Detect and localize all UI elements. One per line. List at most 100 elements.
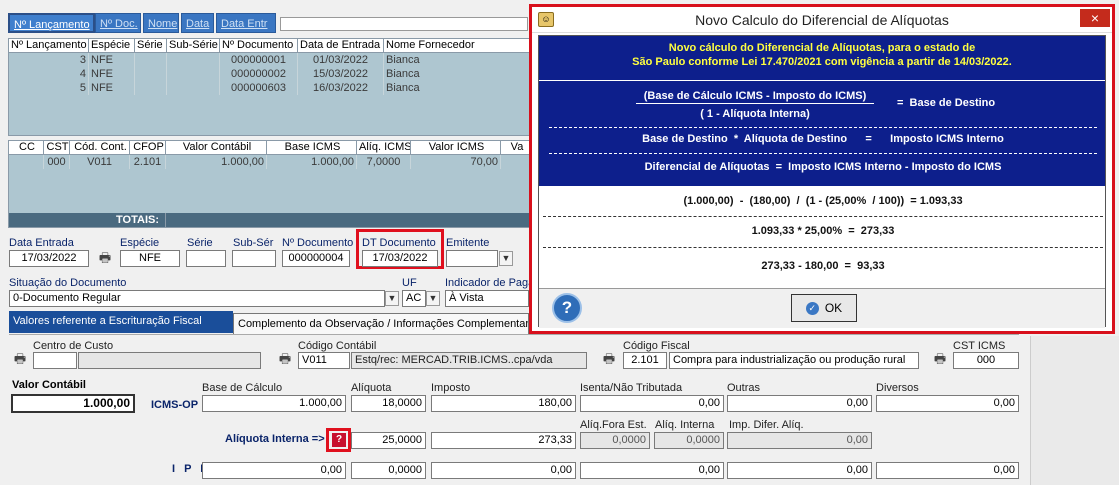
diversos-field[interactable]: 0,00 xyxy=(876,395,1019,412)
table-cell: 000000603 xyxy=(220,81,298,95)
outras-field[interactable]: 0,00 xyxy=(727,395,872,412)
base-field[interactable]: 1.000,00 xyxy=(202,395,346,412)
valor-contabil-label: Valor Contábil xyxy=(12,379,86,391)
data-entrada-field[interactable]: 17/03/2022 xyxy=(9,250,89,267)
col-header[interactable]: Data de Entrada xyxy=(298,39,384,52)
especie-field[interactable]: NFE xyxy=(120,250,180,267)
ndoc-field[interactable]: 000000004 xyxy=(282,250,350,267)
col-header[interactable]: Alíq. ICMS xyxy=(357,141,411,154)
table-cell: 15/03/2022 xyxy=(298,67,384,81)
table-row[interactable]: 000 V011 2.101 1.000,00 1.000,00 7,0000 … xyxy=(9,155,529,169)
cst-label: CST ICMS xyxy=(953,340,1006,352)
printer-icon[interactable]: 🖶 xyxy=(931,352,949,366)
col-header[interactable]: Sub-Série xyxy=(167,39,220,52)
help-icon[interactable]: ? xyxy=(552,293,582,323)
tab-data-entrada[interactable]: Data Entr xyxy=(216,13,276,33)
col-header[interactable]: CFOP xyxy=(130,141,166,154)
table-cell xyxy=(135,67,167,81)
table-cell xyxy=(167,81,220,95)
col-header[interactable]: Série xyxy=(135,39,167,52)
ipi-diversos-field[interactable]: 0,00 xyxy=(876,462,1019,479)
table-cell: 70,00 xyxy=(411,155,501,169)
calc-line-1: (1.000,00) - (180,00) / (1 - (25,00% / 1… xyxy=(683,195,963,207)
tab-data[interactable]: Data xyxy=(181,13,214,33)
table-cell: 01/03/2022 xyxy=(298,53,384,67)
uf-dropdown-icon[interactable]: ▼ xyxy=(426,291,440,306)
situacao-field[interactable]: 0-Documento Regular xyxy=(9,290,385,307)
separator xyxy=(549,153,1097,154)
search-input[interactable] xyxy=(280,17,528,31)
printer-icon[interactable]: 🖶 xyxy=(276,352,294,366)
cod-cont-description: Estq/rec: MERCAD.TRIB.ICMS..cpa/vda xyxy=(351,352,587,369)
printer-icon[interactable]: 🖶 xyxy=(96,251,114,265)
help-icon[interactable]: ? xyxy=(332,433,346,447)
emitente-dropdown-icon[interactable]: ▼ xyxy=(499,251,513,266)
cst-field[interactable]: 000 xyxy=(953,352,1019,369)
emitente-field[interactable] xyxy=(446,250,498,267)
valor-contabil-field[interactable]: 1.000,00 xyxy=(11,394,135,413)
table-cell: 000000001 xyxy=(220,53,298,67)
col-header[interactable]: Nome Fornecedor xyxy=(384,39,529,52)
col-header[interactable]: Base ICMS xyxy=(267,141,357,154)
imp-difer-field: 0,00 xyxy=(727,432,872,449)
ipi-outras-field[interactable]: 0,00 xyxy=(727,462,872,479)
cfop-field[interactable]: 2.101 xyxy=(623,352,667,369)
imposto-interno-field[interactable]: 273,33 xyxy=(431,432,576,449)
col-header[interactable]: CST xyxy=(44,141,70,154)
dtdoc-field[interactable]: 17/03/2022 xyxy=(362,250,438,267)
ipi-base-field[interactable]: 0,00 xyxy=(202,462,346,479)
tab-complemento[interactable]: Complemento da Observação / Informações … xyxy=(233,313,529,335)
indicador-field[interactable]: À Vista xyxy=(445,290,529,307)
cod-cont-field[interactable]: V011 xyxy=(298,352,350,369)
ok-button[interactable]: ✓ OK xyxy=(791,294,857,322)
table-row[interactable]: 5 NFE 000000603 16/03/2022 Bianca xyxy=(9,81,529,95)
col-header[interactable]: Espécie xyxy=(89,39,135,52)
separator xyxy=(549,127,1097,128)
formula-1-numerator: (Base de Cálculo ICMS - Imposto do ICMS) xyxy=(636,90,874,104)
ipi-imposto-field[interactable]: 0,00 xyxy=(431,462,576,479)
col-header[interactable]: CC xyxy=(9,141,44,154)
table-row[interactable]: 4 NFE 000000002 15/03/2022 Bianca xyxy=(9,67,529,81)
table-cell: 1.000,00 xyxy=(267,155,357,169)
tab-escrituracao[interactable]: Valores referente a Escrituração Fiscal xyxy=(9,311,233,333)
aliq-field[interactable]: 18,0000 xyxy=(351,395,426,412)
tab-nome[interactable]: Nome xyxy=(143,13,179,33)
launch-grid-header: Nº Lançamento Espécie Série Sub-Série Nº… xyxy=(9,39,529,53)
uf-field[interactable]: AC xyxy=(402,290,426,307)
tab-lancamento[interactable]: Nº Lançamento xyxy=(8,13,95,33)
imposto-label: Imposto xyxy=(431,382,471,394)
cc-field[interactable] xyxy=(33,352,77,369)
subser-field[interactable] xyxy=(232,250,276,267)
tab-ndoc[interactable]: Nº Doc. xyxy=(95,13,141,33)
separator xyxy=(543,247,1103,248)
launch-grid: Nº Lançamento Espécie Série Sub-Série Nº… xyxy=(8,38,530,136)
indicador-label: Indicador de Paga xyxy=(445,277,535,289)
table-cell: 7,0000 xyxy=(357,155,411,169)
imp-difer-label: Imp. Difer. Alíq. xyxy=(729,419,804,431)
col-header[interactable]: Cód. Cont. xyxy=(70,141,130,154)
items-grid: CC CST Cód. Cont. CFOP Valor Contábil Ba… xyxy=(8,140,530,228)
col-header[interactable]: Nº Documento xyxy=(220,39,298,52)
table-row[interactable]: 3 NFE 000000001 01/03/2022 Bianca xyxy=(9,53,529,67)
tab-divider xyxy=(9,334,1019,335)
col-header[interactable]: Nº Lançamento xyxy=(9,39,89,52)
ipi-aliq-field[interactable]: 0,0000 xyxy=(351,462,426,479)
printer-icon[interactable]: 🖶 xyxy=(600,352,618,366)
printer-icon[interactable]: 🖶 xyxy=(11,352,29,366)
close-button[interactable]: × xyxy=(1080,9,1110,27)
dialog-body: Novo cálculo do Diferencial de Alíquotas… xyxy=(538,35,1106,328)
imposto-field[interactable]: 180,00 xyxy=(431,395,576,412)
ipi-isenta-field[interactable]: 0,00 xyxy=(580,462,724,479)
situacao-dropdown-icon[interactable]: ▼ xyxy=(385,291,399,306)
isenta-field[interactable]: 0,00 xyxy=(580,395,724,412)
dtdoc-label: DT Documento xyxy=(362,237,436,249)
totals-label: TOTAIS: xyxy=(9,213,166,227)
col-header[interactable]: Valor Contábil xyxy=(166,141,267,154)
table-cell: Bianca xyxy=(386,82,420,94)
serie-field[interactable] xyxy=(186,250,226,267)
situacao-label: Situação do Documento xyxy=(9,277,127,289)
col-header[interactable]: Valor ICMS xyxy=(411,141,501,154)
aliq-interna-field[interactable]: 25,0000 xyxy=(351,432,426,449)
aliq-fora-field: 0,0000 xyxy=(580,432,650,449)
col-header[interactable]: Va xyxy=(501,141,529,154)
